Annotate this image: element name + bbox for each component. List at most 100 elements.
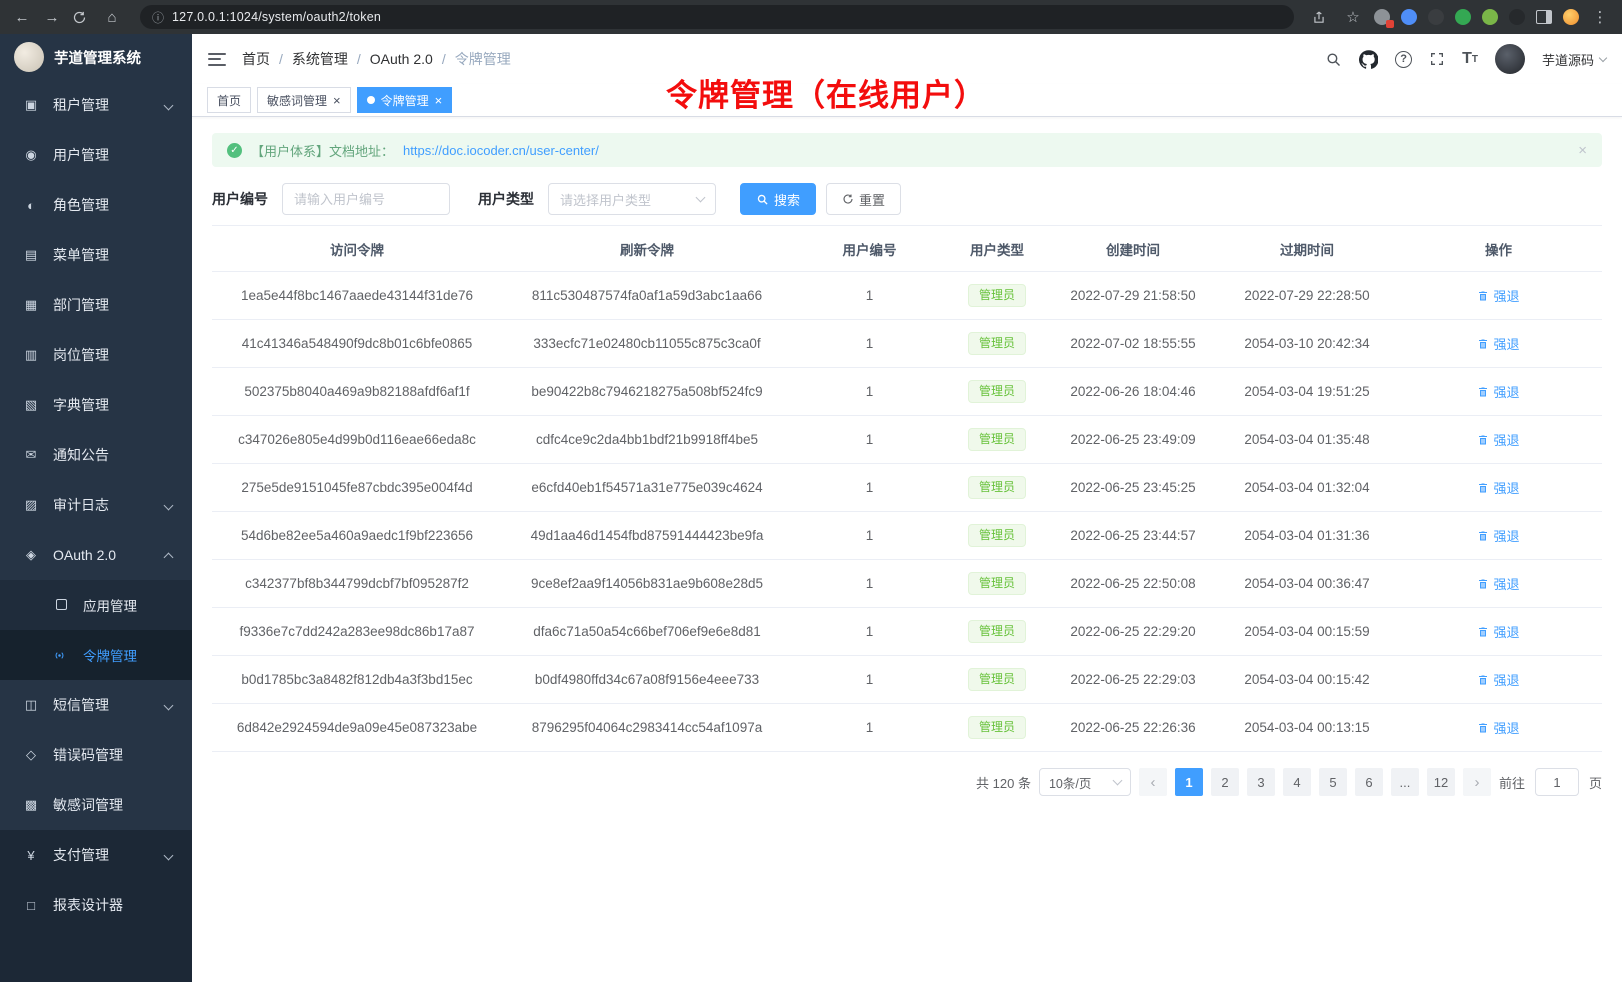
sidebar-item-audit-log[interactable]: ▨ 审计日志: [0, 480, 192, 530]
page-size-select[interactable]: 10条/页: [1039, 768, 1131, 796]
extension-icon[interactable]: [1401, 9, 1417, 25]
force-logout-label: 强退: [1493, 670, 1519, 689]
sidebar-item-tenant[interactable]: ▣ 租户管理: [0, 80, 192, 130]
sidebar-toggle-icon[interactable]: [208, 53, 226, 66]
search-icon[interactable]: [1325, 51, 1342, 68]
extension-icon[interactable]: [1428, 9, 1444, 25]
user-type-cell: 管理员: [947, 704, 1047, 752]
next-page-button[interactable]: ›: [1463, 768, 1491, 796]
created-cell: 2022-06-25 22:50:08: [1047, 560, 1219, 608]
github-icon[interactable]: [1359, 50, 1378, 69]
force-logout-label: 强退: [1493, 334, 1519, 353]
browser-menu-icon[interactable]: ⋮: [1590, 10, 1610, 25]
sidebar-item-payment[interactable]: ¥ 支付管理: [0, 830, 192, 880]
doc-link[interactable]: https://doc.iocoder.cn/user-center/: [403, 143, 599, 158]
pagination: 共 120 条 10条/页 ‹ 1 2 3 4 5 6 ... 12 › 前往 …: [212, 752, 1602, 796]
page-button-1[interactable]: 1: [1175, 768, 1203, 796]
tab-home[interactable]: 首页: [207, 87, 251, 113]
refresh-token-cell: b0df4980ffd34c67a08f9156e4eee733: [502, 656, 792, 704]
close-icon[interactable]: ×: [435, 94, 443, 107]
force-logout-button[interactable]: 强退: [1477, 478, 1519, 497]
access-token-cell: 54d6be82ee5a460a9aedc1f9bf223656: [212, 512, 502, 560]
user-type-select[interactable]: 请选择用户类型: [548, 183, 716, 215]
page-button-4[interactable]: 4: [1283, 768, 1311, 796]
sidebar-item-role[interactable]: ◐ 角色管理: [0, 180, 192, 230]
search-form: 用户编号 用户类型 请选择用户类型 搜索 重置: [212, 183, 1602, 215]
close-icon[interactable]: ×: [333, 94, 341, 107]
created-cell: 2022-06-25 23:44:57: [1047, 512, 1219, 560]
sidebar-item-error-code[interactable]: ◇ 错误码管理: [0, 730, 192, 780]
table-row: 275e5de9151045fe87cbdc395e004f4d e6cfd40…: [212, 464, 1602, 512]
sidebar-item-oauth[interactable]: ◈ OAuth 2.0: [0, 530, 192, 580]
app-logo[interactable]: 芋道管理系统: [0, 34, 192, 80]
home-icon[interactable]: ⌂: [102, 10, 122, 25]
back-icon[interactable]: ←: [12, 10, 32, 25]
goto-page-input[interactable]: [1535, 768, 1579, 796]
sidebar-item-post[interactable]: ▥ 岗位管理: [0, 330, 192, 380]
tab-token-management[interactable]: 令牌管理 ×: [357, 87, 453, 113]
extension-icon[interactable]: [1374, 9, 1390, 25]
sidebar-item-notice[interactable]: ✉ 通知公告: [0, 430, 192, 480]
expires-cell: 2054-03-04 01:35:48: [1219, 416, 1395, 464]
search-button[interactable]: 搜索: [740, 183, 816, 215]
reload-icon[interactable]: [72, 10, 92, 25]
sidebar-item-dict[interactable]: ▧ 字典管理: [0, 380, 192, 430]
success-check-icon: ✓: [227, 143, 242, 158]
extension-icon[interactable]: [1455, 9, 1471, 25]
access-token-cell: 275e5de9151045fe87cbdc395e004f4d: [212, 464, 502, 512]
force-logout-button[interactable]: 强退: [1477, 622, 1519, 641]
forward-icon[interactable]: →: [42, 10, 62, 25]
force-logout-label: 强退: [1493, 478, 1519, 497]
force-logout-button[interactable]: 强退: [1477, 574, 1519, 593]
force-logout-button[interactable]: 强退: [1477, 286, 1519, 305]
sidebar-item-label: OAuth 2.0: [53, 547, 116, 563]
force-logout-button[interactable]: 强退: [1477, 718, 1519, 737]
share-icon[interactable]: [1312, 10, 1332, 25]
pagination-total: 共 120 条: [976, 773, 1031, 792]
more-pages-button[interactable]: ...: [1391, 768, 1419, 796]
prev-page-button[interactable]: ‹: [1139, 768, 1167, 796]
bookmark-star-icon[interactable]: ☆: [1343, 10, 1363, 25]
sidebar-item-sensitive-words[interactable]: ▩ 敏感词管理: [0, 780, 192, 830]
broadcast-icon: [52, 648, 70, 663]
user-avatar[interactable]: [1495, 44, 1525, 74]
site-info-icon[interactable]: ⓘ: [152, 9, 164, 26]
page-button-5[interactable]: 5: [1319, 768, 1347, 796]
side-panel-icon[interactable]: [1536, 10, 1552, 24]
force-logout-button[interactable]: 强退: [1477, 382, 1519, 401]
profile-avatar-icon[interactable]: [1563, 9, 1579, 25]
sidebar-item-dept[interactable]: ▦ 部门管理: [0, 280, 192, 330]
alert-close-icon[interactable]: ×: [1578, 142, 1587, 159]
user-menu[interactable]: 芋道源码: [1542, 50, 1606, 69]
page-button-2[interactable]: 2: [1211, 768, 1239, 796]
sidebar-item-menu[interactable]: ▤ 菜单管理: [0, 230, 192, 280]
force-logout-button[interactable]: 强退: [1477, 334, 1519, 353]
breadcrumb-home[interactable]: 首页: [242, 49, 270, 69]
page-button-12[interactable]: 12: [1427, 768, 1455, 796]
sidebar-item-label: 通知公告: [53, 445, 109, 465]
app-icon: [52, 598, 70, 613]
expires-cell: 2054-03-04 00:15:42: [1219, 656, 1395, 704]
action-cell: 强退: [1395, 512, 1602, 560]
page-button-6[interactable]: 6: [1355, 768, 1383, 796]
page-button-3[interactable]: 3: [1247, 768, 1275, 796]
sidebar-item-report-designer[interactable]: □ 报表设计器: [0, 880, 192, 930]
force-logout-button[interactable]: 强退: [1477, 670, 1519, 689]
sidebar-item-token-management[interactable]: 令牌管理: [0, 630, 192, 680]
help-icon[interactable]: ?: [1395, 51, 1412, 68]
force-logout-button[interactable]: 强退: [1477, 430, 1519, 449]
sidebar-item-app-management[interactable]: 应用管理: [0, 580, 192, 630]
fullscreen-icon[interactable]: [1429, 51, 1445, 67]
tab-sensitive-words[interactable]: 敏感词管理 ×: [257, 87, 351, 113]
extension-icon[interactable]: [1509, 9, 1525, 25]
extensions-puzzle-icon[interactable]: [1482, 9, 1498, 25]
sidebar-item-user[interactable]: ◉ 用户管理: [0, 130, 192, 180]
breadcrumb-oauth[interactable]: OAuth 2.0: [370, 51, 433, 67]
sidebar-item-sms[interactable]: ◫ 短信管理: [0, 680, 192, 730]
address-bar[interactable]: ⓘ 127.0.0.1:1024/system/oauth2/token: [140, 5, 1294, 29]
user-id-input[interactable]: [282, 183, 450, 215]
reset-button[interactable]: 重置: [826, 183, 901, 215]
breadcrumb-system[interactable]: 系统管理: [292, 49, 348, 69]
force-logout-button[interactable]: 强退: [1477, 526, 1519, 545]
font-size-icon[interactable]: TT: [1462, 50, 1478, 68]
